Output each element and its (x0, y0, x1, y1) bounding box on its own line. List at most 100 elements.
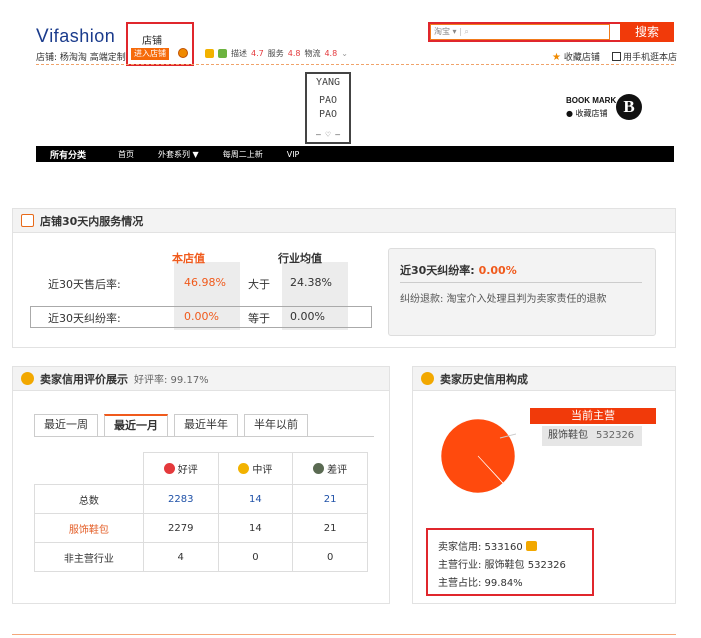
chevron-down-icon[interactable]: ⌄ (341, 49, 348, 58)
nav-vip[interactable]: VIP (275, 150, 312, 159)
search-input[interactable]: 淘宝 ▾ | ⌕ (430, 24, 610, 40)
brand-line-3: PAO (318, 109, 338, 120)
header-divider (36, 64, 674, 65)
desc-label: 描述 (231, 49, 247, 58)
tab-last-week[interactable]: 最近一周 (34, 414, 98, 436)
apparel-good: 2279 (142, 513, 219, 543)
footer-divider (12, 634, 676, 635)
bad-header: 差评 (292, 452, 368, 485)
yellow-flower-icon (238, 463, 250, 474)
dispute-detail-label: 近30天纠纷率: (400, 264, 475, 277)
store-value-header: 本店值 (172, 252, 205, 265)
shop-label: 店铺 (142, 36, 162, 47)
apparel-bad: 21 (292, 513, 368, 543)
after-sale-rate-avg: 24.38% (290, 276, 332, 289)
dispute-divider (400, 282, 642, 283)
ship-value: 4.8 (324, 49, 338, 58)
seller-avatar-icon (21, 372, 34, 385)
nav-all-categories[interactable]: 所有分类 (36, 148, 106, 161)
favorite-store-link[interactable]: ★ 收藏店铺 (552, 50, 600, 63)
seller-avatar-icon (421, 372, 434, 385)
bookmark-title[interactable]: BOOK MARK (566, 96, 616, 105)
dispute-rate-compare: 等于 (248, 312, 270, 325)
credit-panel-header: 卖家信用评价展示 好评率: 99.17% (13, 367, 389, 391)
history-title: 卖家历史信用构成 (440, 372, 528, 386)
tab-last-month[interactable]: 最近一月 (104, 414, 168, 436)
shop-name-line: 店铺: 杨淘淘 高端定制 (36, 53, 126, 63)
search-icon: | ⌕ (459, 27, 469, 36)
main-industry-line: 主营行业: 服饰鞋包 532326 (438, 560, 566, 571)
bad-header-label: 差评 (327, 465, 348, 476)
crown-icon (525, 541, 537, 551)
table-row: 服饰鞋包 2279 14 21 (34, 513, 368, 543)
bookmark-b-icon[interactable]: B (616, 94, 642, 120)
tab-last-half-year[interactable]: 最近半年 (174, 414, 238, 436)
mid-header: 中评 (217, 452, 294, 485)
row-label-total: 总数 (34, 484, 144, 514)
total-bad[interactable]: 21 (292, 484, 368, 514)
row-label-apparel[interactable]: 服饰鞋包 (34, 513, 144, 543)
credit-table: 好评 中评 差评 总数 2283 14 21 服饰鞋包 2279 14 21 非… (34, 452, 368, 572)
total-good[interactable]: 2283 (142, 484, 219, 514)
service-label: 服务 (267, 49, 284, 58)
non-main-mid: 0 (217, 542, 294, 572)
ifashion-logo[interactable]: Vifashion (36, 26, 115, 48)
ship-label: 物流 (304, 49, 321, 58)
non-main-bad: 0 (292, 542, 368, 572)
mobile-store-link[interactable]: 用手机逛本店 (612, 50, 677, 63)
store-navbar: 所有分类 首页 外套系列 ▼ 每周二上新 VIP (36, 146, 674, 162)
after-sale-rate-store: 46.98% (184, 276, 226, 289)
pie-slice-main (440, 418, 516, 494)
history-panel-header: 卖家历史信用构成 (413, 367, 675, 391)
good-header: 好评 (142, 452, 219, 485)
nav-home[interactable]: 首页 (106, 149, 146, 160)
main-category-name: 服饰鞋包 (548, 430, 588, 441)
logo-text: ifashion (49, 26, 116, 46)
tab-before-half-year[interactable]: 半年以前 (244, 414, 308, 436)
mobile-store-label: 用手机逛本店 (623, 53, 678, 63)
red-flower-icon (163, 463, 175, 474)
dispute-rate-avg: 0.00% (290, 310, 325, 323)
dispute-rate-store: 0.00% (184, 310, 219, 323)
favorite-store-label: 收藏店铺 (563, 53, 600, 63)
row-label-non-main: 非主营行业 (34, 542, 144, 572)
after-sale-rate-compare: 大于 (248, 278, 270, 291)
calendar-icon (21, 214, 34, 227)
bookmark-sub-label: 收藏店铺 (575, 109, 608, 118)
search-button[interactable]: 搜索 (620, 22, 674, 42)
main-category-label: 服饰鞋包 532326 (542, 426, 642, 446)
total-mid[interactable]: 14 (217, 484, 294, 514)
shop-coin-icon (178, 48, 188, 58)
search-scope-select[interactable]: 淘宝 ▾ (434, 27, 457, 36)
good-rate: 好评率: 99.17% (134, 375, 209, 386)
tab-divider (34, 436, 374, 437)
grey-flower-icon (313, 463, 325, 474)
bookmark-subtitle[interactable]: ● 收藏店铺 (566, 108, 608, 119)
brand-line-2: PAO (318, 95, 338, 106)
main-share-line: 主营占比: 99.84% (438, 578, 523, 589)
gold-badge-icon (205, 49, 214, 58)
dispute-detail-title: 近30天纠纷率: 0.00% (400, 262, 517, 278)
service-title: 店铺30天内服务情况 (40, 214, 144, 228)
dispute-description: 纠纷退款: 淘宝介入处理且判为卖家责任的退款 (400, 294, 607, 305)
table-corner (34, 452, 144, 485)
logo-v: V (36, 26, 50, 47)
nav-coat-series[interactable]: 外套系列 ▼ (146, 149, 211, 160)
brand-logo[interactable]: YANG PAO PAO — ♡ — (305, 72, 351, 144)
seller-credit-line: 卖家信用: 533160 (438, 538, 537, 553)
enter-shop-button[interactable]: 进入店铺 (131, 48, 169, 60)
table-row: 非主营行业 4 0 0 (34, 542, 368, 572)
star-icon: ★ (552, 52, 561, 63)
table-row: 总数 2283 14 21 (34, 484, 368, 514)
dispute-rate-label: 近30天纠纷率: (48, 312, 121, 325)
rating-strip: 描述 4.7 服务 4.8 物流 4.8 ⌄ (205, 48, 348, 59)
brand-line-1: YANG (315, 77, 341, 88)
credit-pie-chart (440, 418, 516, 494)
mid-header-label: 中评 (252, 465, 273, 476)
credit-title: 卖家信用评价展示 (40, 372, 128, 386)
service-panel-header: 店铺30天内服务情况 (13, 209, 675, 233)
current-main-badge: 当前主营 (530, 408, 656, 424)
seller-credit-text: 卖家信用: 533160 (438, 542, 523, 553)
nav-new-tuesday[interactable]: 每周二上新 (211, 149, 275, 160)
main-category-count: 532326 (596, 430, 635, 441)
